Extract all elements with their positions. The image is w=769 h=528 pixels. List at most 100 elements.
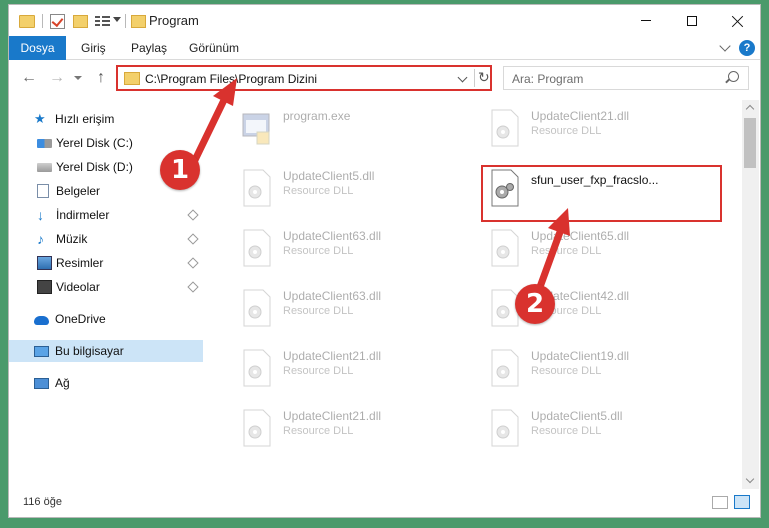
step-badge-1: 1 (160, 150, 200, 190)
tab-dosya[interactable]: Dosya (9, 36, 66, 60)
chevron-down-icon[interactable] (457, 72, 468, 83)
tab-gorunum[interactable]: Görünüm (189, 41, 239, 55)
tab-paylas[interactable]: Paylaş (131, 41, 167, 55)
file-item[interactable]: program.exe (241, 104, 481, 152)
sidebar-item-quick-access[interactable]: ★ Hızlı erişim (9, 108, 203, 130)
pin-icon[interactable] (187, 281, 199, 293)
scroll-up-icon[interactable] (745, 104, 755, 114)
star-icon: ★ (34, 111, 46, 126)
sidebar-item-label: Bu bilgisayar (55, 344, 124, 358)
minimize-icon (641, 20, 651, 21)
folder-icon (124, 72, 140, 85)
properties-check-icon[interactable] (50, 14, 65, 29)
quick-access-dropdown-icon[interactable] (113, 17, 121, 22)
large-icons-view-icon[interactable] (734, 495, 750, 509)
file-type: Resource DLL (283, 185, 354, 197)
file-name: program.exe (283, 109, 351, 123)
forward-button[interactable]: → (49, 70, 65, 86)
file-type: Resource DLL (531, 245, 602, 257)
file-item[interactable]: UpdateClient19.dll Resource DLL (489, 344, 729, 392)
music-icon: ♪ (37, 231, 44, 247)
sidebar-item-downloads[interactable]: ↓ İndirmeler (9, 204, 203, 226)
sidebar-item-network[interactable]: Ağ (9, 372, 203, 394)
vertical-scrollbar[interactable] (742, 100, 759, 489)
file-type: Resource DLL (531, 125, 602, 137)
dll-gear-icon (491, 109, 519, 147)
address-bar[interactable]: C:\Program Files\Program Dizini ↻ (116, 65, 492, 91)
pin-icon[interactable] (187, 233, 199, 245)
sidebar-item-pictures[interactable]: Resimler (9, 252, 203, 274)
file-item[interactable]: UpdateClient21.dll Resource DLL (241, 344, 481, 392)
sidebar-item-this-pc[interactable]: Bu bilgisayar (9, 340, 203, 362)
highlight-box (481, 165, 722, 222)
downloads-icon: ↓ (37, 207, 44, 223)
new-folder-icon[interactable] (73, 15, 88, 28)
file-item[interactable]: UpdateClient63.dll Resource DLL (241, 284, 481, 332)
file-item[interactable]: UpdateClient21.dll Resource DLL (489, 104, 729, 152)
file-item[interactable]: UpdateClient5.dll Resource DLL (489, 404, 729, 452)
file-name: UpdateClient63.dll (283, 229, 382, 243)
file-type: Resource DLL (531, 425, 602, 437)
sidebar-item-label: Videolar (56, 280, 100, 294)
maximize-icon (687, 15, 697, 26)
divider (474, 69, 475, 87)
minimize-button[interactable] (623, 5, 669, 36)
file-type: Resource DLL (531, 365, 602, 377)
dll-gear-icon (243, 349, 271, 387)
recent-locations-icon[interactable] (74, 76, 82, 80)
file-item[interactable]: UpdateClient21.dll Resource DLL (241, 404, 481, 452)
computer-icon (34, 345, 49, 357)
scrollbar-thumb[interactable] (744, 118, 756, 168)
item-count: 116 öğe (23, 496, 62, 508)
dll-gear-icon (243, 409, 271, 447)
pin-icon[interactable] (187, 257, 199, 269)
dll-gear-icon (491, 349, 519, 387)
file-name: UpdateClient21.dll (283, 409, 382, 423)
refresh-icon[interactable]: ↻ (478, 69, 490, 86)
search-icon[interactable] (728, 71, 739, 82)
sidebar-item-label: Yerel Disk (C:) (56, 136, 133, 150)
scroll-down-icon[interactable] (745, 474, 755, 484)
maximize-button[interactable] (669, 5, 715, 36)
dll-gear-icon (243, 169, 271, 207)
title-bar: Program (9, 5, 760, 36)
file-name: UpdateClient21.dll (283, 349, 382, 363)
file-item[interactable]: UpdateClient63.dll Resource DLL (241, 224, 481, 272)
sidebar-item-label: Belgeler (56, 184, 101, 198)
sidebar-item-videos[interactable]: Videolar (9, 276, 203, 298)
ribbon: Dosya Giriş Paylaş Görünüm ? (9, 36, 760, 60)
sidebar-item-onedrive[interactable]: OneDrive (9, 308, 203, 330)
dll-gear-icon (243, 289, 271, 327)
file-list: program.exe UpdateClient21.dll Resource … (217, 100, 743, 482)
file-name: UpdateClient19.dll (531, 349, 630, 363)
close-button[interactable] (715, 5, 760, 36)
file-name: UpdateClient63.dll (283, 289, 382, 303)
window-folder-icon (131, 15, 146, 28)
file-type: Resource DLL (283, 365, 354, 377)
expand-ribbon-icon[interactable] (719, 40, 731, 52)
close-icon (732, 15, 744, 27)
details-view-icon[interactable] (712, 496, 728, 509)
pin-icon[interactable] (187, 209, 199, 221)
file-type: Resource DLL (283, 305, 354, 317)
file-name: UpdateClient65.dll (531, 229, 630, 243)
customize-toolbar-icon[interactable] (95, 14, 111, 28)
folder-icon[interactable] (19, 15, 35, 28)
search-input[interactable]: Ara: Program (503, 66, 749, 90)
address-path[interactable]: C:\Program Files\Program Dizini (145, 72, 317, 86)
pictures-icon (37, 256, 52, 270)
file-item[interactable]: UpdateClient5.dll Resource DLL (241, 164, 481, 212)
network-icon (34, 377, 49, 389)
file-item[interactable]: UpdateClient65.dll Resource DLL (489, 224, 729, 272)
up-button[interactable]: ↑ (97, 70, 105, 86)
sidebar-item-music[interactable]: ♪ Müzik (9, 228, 203, 250)
cloud-icon (34, 316, 49, 325)
tab-giris[interactable]: Giriş (81, 41, 106, 55)
help-icon[interactable]: ? (739, 40, 755, 56)
exe-icon (242, 113, 270, 145)
back-button[interactable]: ← (21, 70, 37, 86)
explorer-window: Program Dosya Giriş Paylaş Görünüm ? ← →… (8, 4, 761, 518)
divider (125, 14, 126, 28)
sidebar-item-label: Yerel Disk (D:) (56, 160, 133, 174)
step-badge-2: 2 (515, 284, 555, 324)
